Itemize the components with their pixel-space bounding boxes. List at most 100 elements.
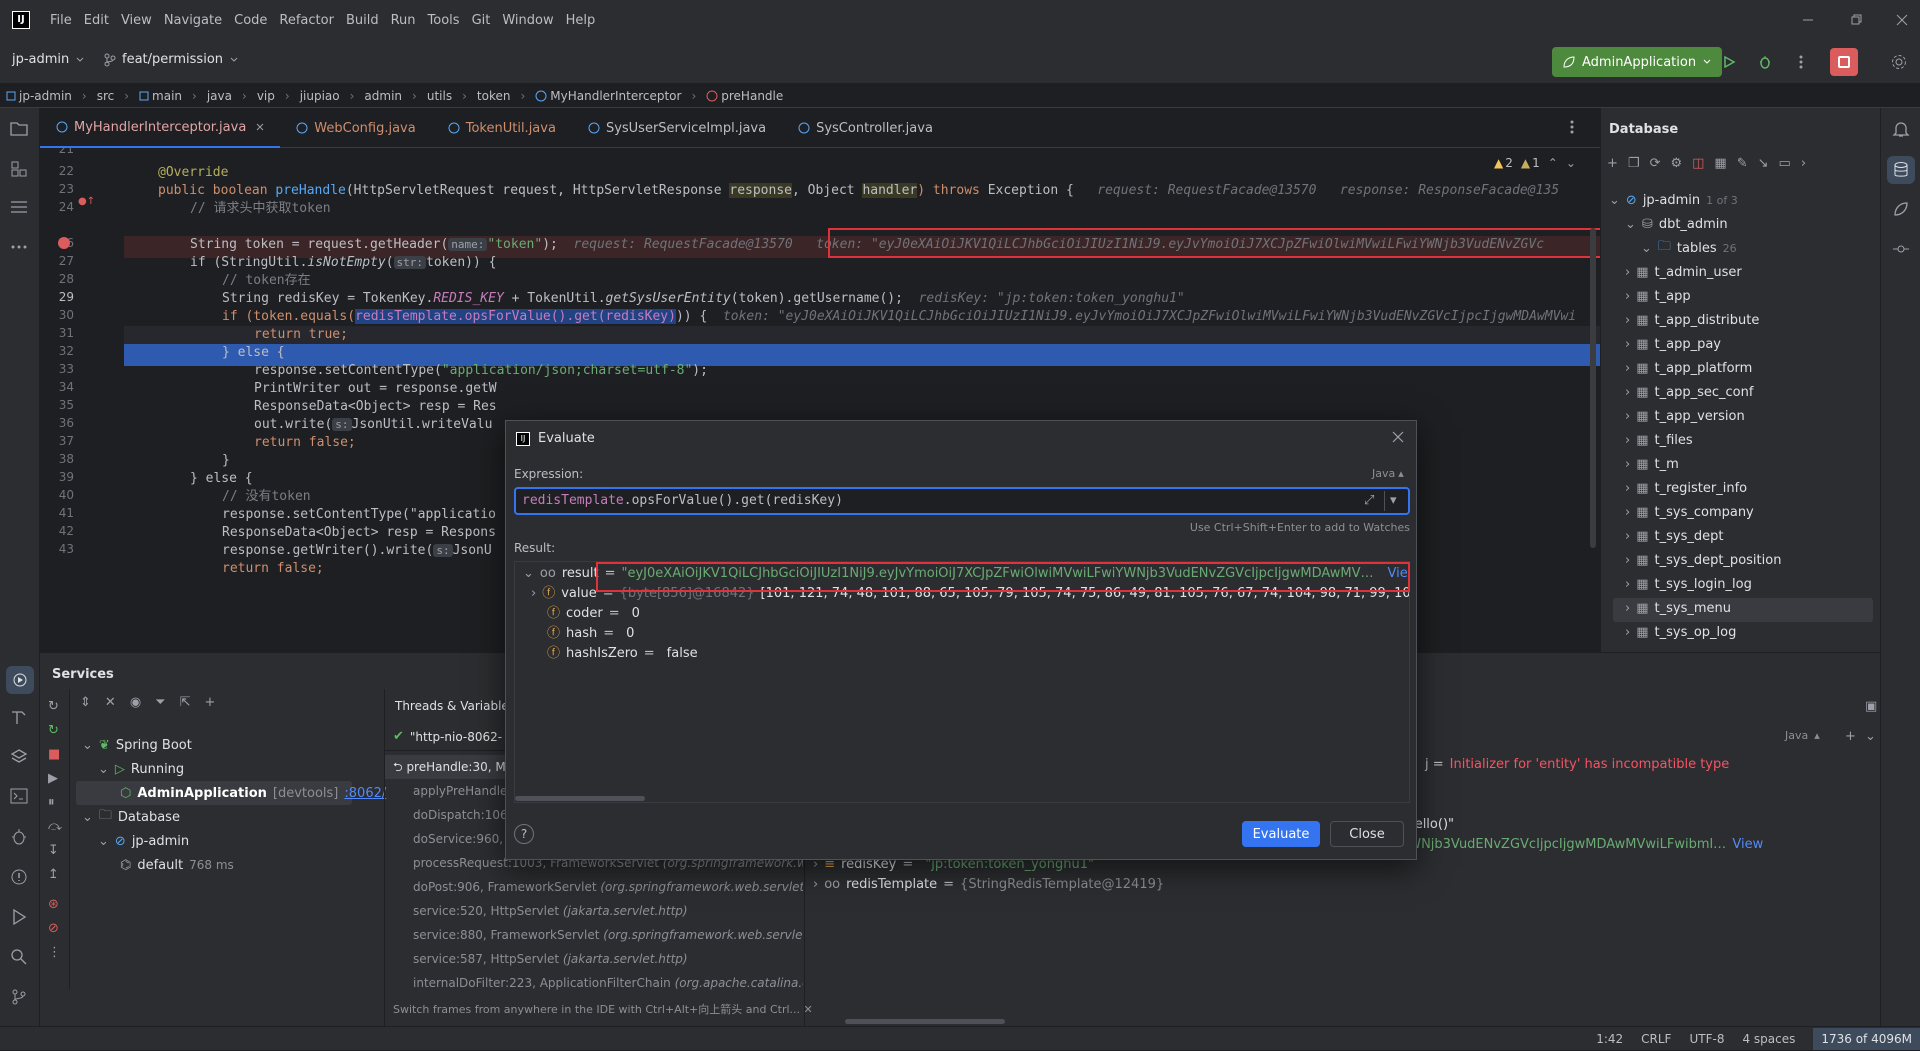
db-table-t-register-info[interactable]: › ▦ t_register_info (1625, 476, 1747, 500)
new-tab-icon[interactable]: ⇱ (180, 695, 191, 710)
indent-setting[interactable]: 4 spaces (1742, 1032, 1795, 1046)
db-table-t-sys-company[interactable]: › ▦ t_sys_company (1625, 500, 1754, 524)
expression-input[interactable]: redisTemplate.opsForValue().get(redisKey… (514, 487, 1410, 515)
view-link[interactable]: View (1732, 833, 1763, 857)
menu-refactor[interactable]: Refactor (273, 13, 340, 28)
result-field-hashiszero[interactable]: ⓕ hashIsZero = false (547, 642, 704, 666)
menu-edit[interactable]: Edit (78, 13, 115, 28)
db-table-t-m[interactable]: › ▦ t_m (1625, 452, 1679, 476)
editor-scrollbar[interactable] (1590, 228, 1596, 548)
more-tools-icon[interactable] (10, 244, 28, 250)
menu-tools[interactable]: Tools (422, 13, 466, 28)
debug-bug-icon[interactable] (10, 828, 28, 846)
layers-icon[interactable] (10, 748, 28, 766)
debug-icon[interactable] (1756, 53, 1774, 71)
copy-icon[interactable]: ❐ (1628, 156, 1640, 171)
caret-position[interactable]: 1:42 (1596, 1032, 1623, 1046)
breadcrumb-utils[interactable]: utils (427, 89, 452, 103)
menu-view[interactable]: View (115, 13, 158, 28)
close-window-icon[interactable] (1894, 12, 1910, 28)
variables-scrollbar[interactable] (845, 1019, 1005, 1024)
breadcrumb-main[interactable]: main (139, 89, 182, 103)
breadcrumb-token[interactable]: token (477, 89, 511, 103)
stack-frame[interactable]: doPost:906, FrameworkServlet (org.spring… (385, 875, 803, 899)
breadcrumb-java[interactable]: java (207, 89, 232, 103)
breadcrumb-method[interactable]: preHandle (706, 89, 783, 103)
console-icon[interactable]: ▭ (1779, 156, 1791, 171)
resume-icon[interactable]: ▶ (48, 771, 58, 786)
result-scrollbar[interactable] (515, 796, 645, 801)
tab-sys-user-service-impl[interactable]: SysUserServiceImpl.java (572, 108, 782, 148)
watch-options-icon[interactable]: ⌄ (1865, 729, 1876, 744)
notifications-bell-icon[interactable] (1892, 120, 1910, 138)
mute-breakpoints-icon[interactable]: ⊘ (48, 921, 59, 936)
tab-token-util[interactable]: TokenUtil.java (432, 108, 572, 148)
app-port-link[interactable]: :8062/ (344, 786, 386, 801)
endpoints-icon[interactable] (1892, 240, 1910, 258)
step-over-icon[interactable]: ⤼ (48, 819, 62, 834)
db-table-t-app-platform[interactable]: › ▦ t_app_platform (1625, 356, 1752, 380)
breadcrumb-admin[interactable]: admin (364, 89, 402, 103)
stack-frame[interactable]: internalDoFilter:223, ApplicationFilterC… (385, 971, 803, 995)
run-tool-icon[interactable] (10, 908, 28, 926)
override-marker-icon[interactable]: ●↑ (78, 196, 95, 207)
expand-expression-icon[interactable]: ⤢ (1364, 493, 1374, 508)
breadcrumb-vip[interactable]: vip (257, 89, 275, 103)
menu-build[interactable]: Build (340, 13, 385, 28)
git-icon[interactable] (10, 988, 28, 1006)
file-encoding[interactable]: UTF-8 (1689, 1032, 1724, 1046)
prev-highlight-icon[interactable]: ⌃ (1548, 156, 1558, 170)
db-table-t-app-version[interactable]: › ▦ t_app_version (1625, 404, 1745, 428)
add-service-icon[interactable]: + (204, 695, 215, 710)
more-actions-icon[interactable] (1792, 53, 1810, 71)
step-into-icon[interactable]: ↧ (48, 843, 59, 858)
branch-selector[interactable]: feat/permission (104, 52, 239, 67)
stop-button[interactable] (1830, 48, 1858, 76)
stop-session-icon[interactable]: ◫ (1692, 156, 1704, 171)
tab-my-handler-interceptor[interactable]: MyHandlerInterceptor.java (40, 108, 281, 148)
db-table-t-app-pay[interactable]: › ▦ t_app_pay (1625, 332, 1721, 356)
breadcrumb-jiupiao[interactable]: jiupiao (300, 89, 340, 103)
db-table-t-sys-login-log[interactable]: › ▦ t_sys_login_log (1625, 572, 1752, 596)
breadcrumb-project[interactable]: jp-admin (6, 89, 72, 103)
breadcrumb-src[interactable]: src (97, 89, 115, 103)
problems-icon[interactable] (10, 868, 28, 886)
project-selector[interactable]: jp-admin (12, 52, 85, 67)
memory-indicator[interactable]: 1736 of 4096M (1813, 1028, 1920, 1050)
menu-navigate[interactable]: Navigate (158, 13, 228, 28)
variable-obj-error[interactable]: j = Initializer for 'entity' has incompa… (1425, 753, 1729, 777)
db-table-t-sys-dept-position[interactable]: › ▦ t_sys_dept_position (1625, 548, 1781, 572)
line-separator[interactable]: CRLF (1641, 1032, 1671, 1046)
tree-spring-boot[interactable]: ⌄ ❦ Spring Boot (82, 733, 192, 757)
breadcrumb-class[interactable]: MyHandlerInterceptor (535, 89, 681, 103)
collapse-icon[interactable]: ✕ (105, 695, 116, 710)
filter-icon[interactable]: ⏷ (155, 695, 165, 710)
db-table-t-app-distribute[interactable]: › ▦ t_app_distribute (1625, 308, 1759, 332)
more-debug-icon[interactable]: ⋮ (48, 945, 61, 960)
db-table-t-sys-menu[interactable]: › ▦ t_sys_menu (1625, 596, 1731, 620)
edit-icon[interactable]: ✎ (1737, 156, 1748, 171)
stop-icon[interactable]: ■ (48, 747, 60, 762)
tree-datasource[interactable]: ⌄ ⊘ jp-admin (98, 829, 189, 853)
tree-admin-application[interactable]: ⬡ AdminApplication [devtools] :8062/ (120, 781, 386, 805)
structure-icon[interactable] (10, 160, 28, 178)
history-dropdown-icon[interactable]: ▾ (1390, 493, 1397, 508)
dialog-close-icon[interactable] (1392, 431, 1404, 443)
tree-database[interactable]: ⌄ 🗀 Database (82, 805, 180, 829)
add-watch-icon[interactable]: + (1845, 729, 1856, 744)
layout-icon[interactable]: ▣ (1865, 699, 1877, 714)
db-table-t-sys-op-log[interactable]: › ▦ t_sys_op_log (1625, 620, 1736, 644)
app-logo[interactable]: IJ (12, 11, 30, 29)
expression-lang[interactable]: Java ▴ (1372, 467, 1404, 480)
menu-window[interactable]: Window (496, 13, 559, 28)
db-table-t-app[interactable]: › ▦ t_app (1625, 284, 1691, 308)
database-tool-icon[interactable] (1887, 156, 1915, 184)
tab-sys-controller[interactable]: SysController.java (782, 108, 949, 148)
search-icon[interactable] (10, 948, 28, 966)
expand-right-icon[interactable]: › (1801, 156, 1806, 171)
variable-redistemplate[interactable]: › oo redisTemplate = {StringRedisTemplate@… (813, 873, 1176, 897)
settings-gear-icon[interactable] (1890, 53, 1908, 71)
menu-help[interactable]: Help (560, 13, 602, 28)
services-tool-icon[interactable] (6, 666, 34, 694)
db-root-node[interactable]: ⌄ ⊘ jp-admin 1 of 3 (1609, 188, 1738, 212)
